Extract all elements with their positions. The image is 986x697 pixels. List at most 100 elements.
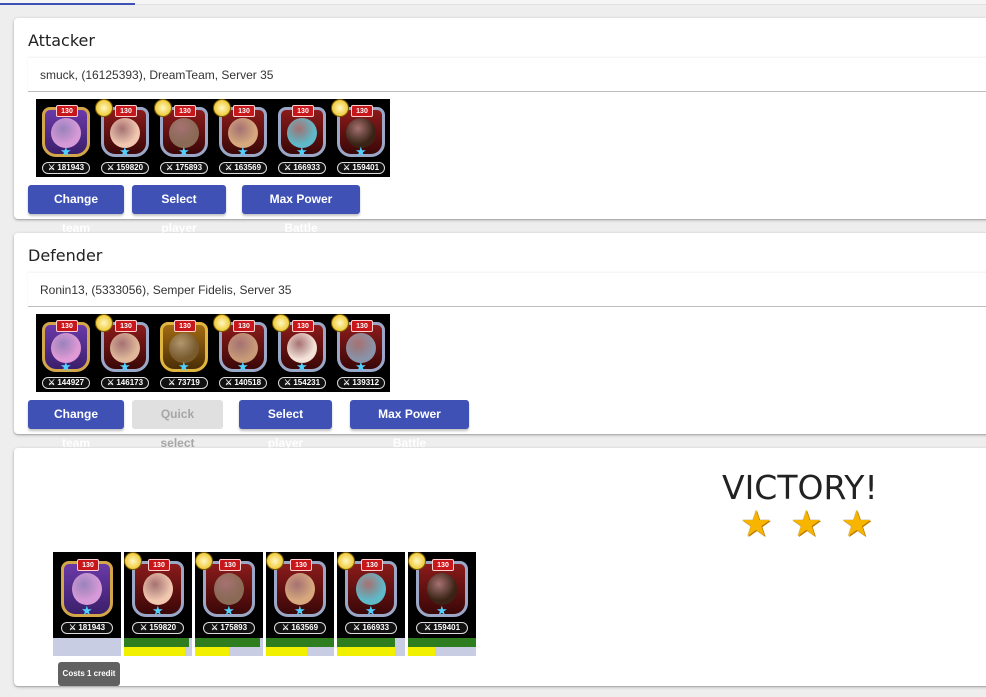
- pet-badge-icon: [195, 552, 213, 570]
- defender-hero-2[interactable]: 130 ★ ⚔ 146173: [95, 314, 155, 392]
- defender-max-power-button[interactable]: Max Power Battle: [350, 400, 469, 450]
- hero-power: ⚔ 159401: [416, 622, 468, 634]
- hero-power: ⚔ 159401: [337, 162, 385, 174]
- attacker-hero-6[interactable]: 130 ★ ⚔ 159401: [331, 99, 391, 177]
- hero-level: 130: [361, 559, 383, 571]
- hero-power: ⚔ 163569: [274, 622, 326, 634]
- pet-badge-icon: [408, 552, 426, 570]
- hp-bar: [195, 638, 263, 647]
- attacker-hero-4[interactable]: 130 ★ ⚔ 163569: [213, 99, 273, 177]
- energy-bar: [337, 647, 405, 656]
- attacker-max-power-button[interactable]: Max Power Battle: [242, 185, 360, 235]
- energy-bar: [195, 647, 263, 656]
- star-icon: ★: [840, 503, 873, 544]
- hero-power: ⚔ 159820: [132, 622, 184, 634]
- hero-level: 130: [77, 559, 99, 571]
- hero-power: ⚔ 166933: [278, 162, 326, 174]
- defender-card: Defender Ronin13, (5333056), Semper Fide…: [14, 233, 986, 450]
- hp-bar: [266, 638, 334, 647]
- star-icon: ★: [178, 144, 190, 159]
- hero-portrait: [285, 573, 315, 605]
- defender-hero-6[interactable]: 130 ★ ⚔ 139312: [331, 314, 391, 392]
- hero-level: 130: [56, 105, 78, 117]
- attacker-player-field[interactable]: smuck, (16125393), DreamTeam, Server 35: [28, 58, 986, 92]
- attacker-hero-2[interactable]: 130 ★ ⚔ 159820: [95, 99, 155, 177]
- attacker-team[interactable]: 130 ★ ⚔ 181943 130 ★ ⚔ 159820 130 ★ ⚔ 175893 130 ★…: [36, 99, 390, 177]
- star-icon: ★: [294, 603, 306, 618]
- star-icon: ★: [119, 144, 131, 159]
- hero-power: ⚔ 139312: [337, 377, 385, 389]
- result-hero-2[interactable]: 130 ★ ⚔ 159820: [124, 552, 192, 638]
- star-icon: ★: [237, 144, 249, 159]
- energy-bar: [124, 647, 192, 656]
- pet-badge-icon: [213, 99, 231, 117]
- defender-select-player-button[interactable]: Select player: [239, 400, 332, 450]
- cost-tooltip: Costs 1 credit: [58, 662, 120, 686]
- attacker-hero-1[interactable]: 130 ★ ⚔ 181943: [36, 99, 96, 177]
- hero-power: ⚔ 166933: [345, 622, 397, 634]
- result-hero-5[interactable]: 130 ★ ⚔ 166933: [337, 552, 405, 638]
- hero-portrait: [143, 573, 173, 605]
- active-tab-indicator: [0, 3, 135, 5]
- hero-level: 130: [56, 320, 78, 332]
- defender-hero-1[interactable]: 130 ★ ⚔ 144927: [36, 314, 96, 392]
- hero-power: ⚔ 163569: [219, 162, 267, 174]
- pet-badge-icon: [266, 552, 284, 570]
- hero-level: 130: [174, 105, 196, 117]
- star-icon: ★: [790, 503, 823, 544]
- hero-power: ⚔ 146173: [101, 377, 149, 389]
- star-icon: ★: [296, 144, 308, 159]
- hp-bar: [337, 638, 405, 647]
- result-hero-1[interactable]: 130 ★ ⚔ 181943: [53, 552, 121, 638]
- attacker-select-player-button[interactable]: Select player: [132, 185, 226, 235]
- attacker-hero-3[interactable]: 130 ★ ⚔ 175893: [154, 99, 214, 177]
- star-icon: ★: [60, 144, 72, 159]
- hero-level: 130: [219, 559, 241, 571]
- energy-bar: [408, 647, 476, 656]
- pet-badge-icon: [95, 314, 113, 332]
- star-icon: ★: [740, 503, 773, 544]
- hero-level: 130: [351, 320, 373, 332]
- pet-badge-icon: [95, 99, 113, 117]
- result-team: 130 ★ ⚔ 181943 130 ★ ⚔ 159820 130 ★ ⚔ 175893 130 ★…: [53, 552, 476, 656]
- attacker-title: Attacker: [28, 31, 95, 50]
- hp-bar: [408, 638, 476, 647]
- victory-text: VICTORY!: [722, 468, 878, 507]
- hero-power: ⚔ 159820: [101, 162, 149, 174]
- result-hero-1: 130 ★ ⚔ 181943: [53, 552, 121, 656]
- victory-stars: ★ ★ ★: [740, 505, 873, 543]
- hero-level: 130: [233, 105, 255, 117]
- hero-power: ⚔ 181943: [42, 162, 90, 174]
- result-hero-6: 130 ★ ⚔ 159401: [408, 552, 476, 656]
- defender-change-team-button[interactable]: Change team: [28, 400, 124, 450]
- star-icon: ★: [178, 359, 190, 374]
- result-hero-3[interactable]: 130 ★ ⚔ 175893: [195, 552, 263, 638]
- attacker-hero-5[interactable]: 130 ★ ⚔ 166933: [272, 99, 332, 177]
- attacker-change-team-button[interactable]: Change team: [28, 185, 124, 235]
- star-icon: ★: [152, 603, 164, 618]
- hero-portrait: [72, 573, 102, 605]
- hero-power: ⚔ 175893: [160, 162, 208, 174]
- hero-level: 130: [432, 559, 454, 571]
- pet-badge-icon: [272, 314, 290, 332]
- hero-power: ⚔ 140518: [219, 377, 267, 389]
- result-hero-4[interactable]: 130 ★ ⚔ 163569: [266, 552, 334, 638]
- defender-team[interactable]: 130 ★ ⚔ 144927 130 ★ ⚔ 146173 130 ★ ⚔ 73719 130 ★ ⚔…: [36, 314, 390, 392]
- hero-level: 130: [148, 559, 170, 571]
- defender-hero-4[interactable]: 130 ★ ⚔ 140518: [213, 314, 273, 392]
- hp-bar: [124, 638, 192, 647]
- top-tab-bar: [0, 0, 986, 5]
- hp-bar: [53, 638, 121, 647]
- defender-quick-select-button[interactable]: Quick select: [132, 400, 223, 450]
- defender-player-field[interactable]: Ronin13, (5333056), Semper Fidelis, Serv…: [28, 273, 986, 307]
- pet-badge-icon: [331, 314, 349, 332]
- defender-hero-3[interactable]: 130 ★ ⚔ 73719: [154, 314, 214, 392]
- hero-level: 130: [115, 105, 137, 117]
- star-icon: ★: [296, 359, 308, 374]
- hero-level: 130: [115, 320, 137, 332]
- hero-portrait: [214, 573, 244, 605]
- defender-hero-5[interactable]: 130 ★ ⚔ 154231: [272, 314, 332, 392]
- hero-level: 130: [290, 559, 312, 571]
- hero-level: 130: [174, 320, 196, 332]
- result-hero-6[interactable]: 130 ★ ⚔ 159401: [408, 552, 476, 638]
